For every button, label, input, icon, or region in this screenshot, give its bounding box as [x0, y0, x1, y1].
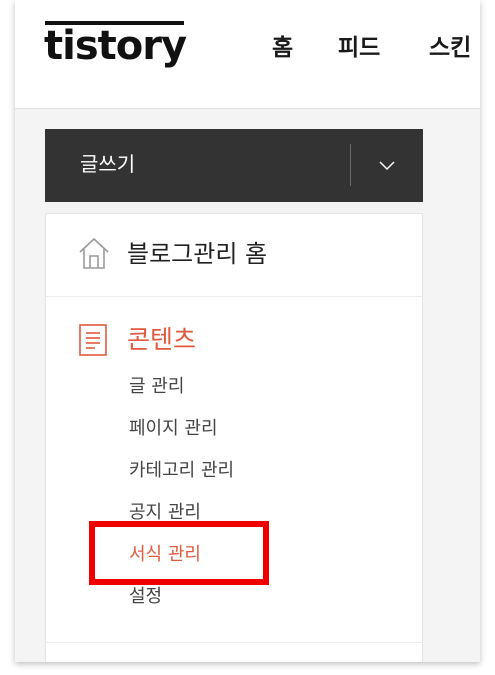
menu-item-templates[interactable]: 서식 관리 [129, 541, 201, 569]
admin-menu-panel: 블로그관리 홈 콘텐츠 글 관리 페이지 관리 카테고리 관리 공지 관리 서식… [45, 213, 423, 662]
app-window: tistory 홈 피드 스킨 글쓰기 블로그관리 홈 콘텐츠 글 관리 페이지… [15, 0, 480, 662]
menu-home-label: 블로그관리 홈 [127, 240, 268, 268]
menu-item-pages[interactable]: 페이지 관리 [129, 415, 218, 443]
write-options-toggle[interactable] [351, 129, 423, 202]
document-icon [79, 324, 107, 356]
menu-item-notices[interactable]: 공지 관리 [129, 499, 201, 527]
house-icon [79, 237, 109, 269]
nav-feed[interactable]: 피드 [338, 30, 380, 66]
menu-item-posts[interactable]: 글 관리 [129, 373, 184, 401]
nav-home[interactable]: 홈 [272, 30, 293, 66]
write-bar: 글쓰기 [45, 129, 423, 202]
menu-home-row[interactable]: 블로그관리 홈 [46, 214, 422, 297]
menu-content-heading[interactable]: 콘텐츠 [127, 318, 196, 362]
tistory-logo[interactable]: tistory [44, 22, 187, 70]
write-button[interactable]: 글쓰기 [80, 129, 135, 199]
top-bar: tistory 홈 피드 스킨 [15, 0, 480, 109]
chevron-down-icon [379, 160, 395, 170]
menu-item-categories[interactable]: 카테고리 관리 [129, 457, 234, 485]
menu-item-settings[interactable]: 설정 [129, 583, 162, 611]
panel-divider [46, 642, 422, 643]
nav-skin[interactable]: 스킨 [429, 30, 471, 66]
